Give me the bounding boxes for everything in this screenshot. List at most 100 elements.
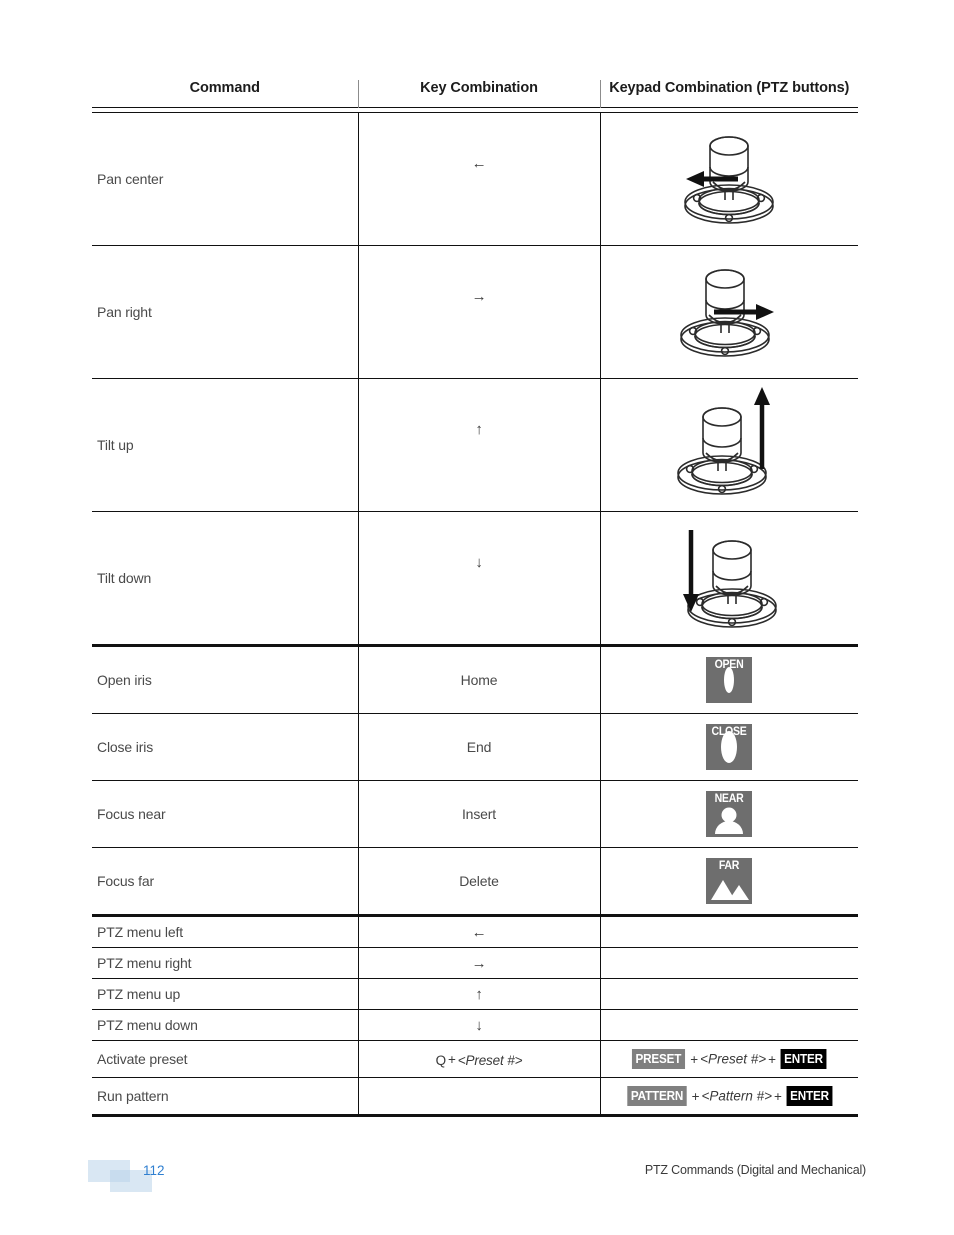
cell-key-combination: ↑ [357,378,600,512]
cell-key-combination: Insert [357,780,600,848]
table-row: Pan center ← [92,112,858,246]
footer-chapter-title: PTZ Commands (Digital and Mechanical) [644,1163,866,1177]
cell-command: Focus far [92,847,358,917]
ptz-commands-table: Command Key Combination Keypad Combinati… [92,80,858,1117]
cell-command: Pan right [92,245,358,379]
cell-keypad-combination [599,978,858,1010]
column-header-key-combination: Key Combination [357,80,600,108]
cell-key-combination: Delete [357,847,600,917]
cell-key-combination: ← [357,112,600,246]
enter-badge: ENTER [780,1049,827,1069]
cell-keypad-combination: CLOSE [599,713,858,781]
cell-command: PTZ menu right [92,947,358,979]
pattern-badge: PATTERN [626,1086,687,1106]
cell-command: Open iris [92,645,358,714]
table-row: Focus near Insert NEAR [92,780,858,848]
table-header-row: Command Key Combination Keypad Combinati… [92,80,858,108]
table-row: PTZ menu up ↑ [92,978,858,1010]
cell-key-combination: Home [357,645,600,714]
cell-key-combination: ↓ [357,511,600,647]
cell-command: PTZ menu left [92,915,358,948]
cell-key-combination [357,1077,600,1117]
table-row: Open iris Home OPEN [92,645,858,714]
table-row: Run pattern PATTERN + <Pattern #> + ENTER [92,1077,858,1117]
up-arrow-icon: ↑ [475,986,483,1003]
cell-key-combination: → [357,947,600,979]
cell-command: Tilt up [92,378,358,512]
cell-key-combination: Q + <Preset #> [357,1040,600,1078]
plus-symbol: + [768,1051,777,1067]
left-arrow-icon: ← [471,924,487,941]
cell-command: Close iris [92,713,358,781]
page-footer: 112 PTZ Commands (Digital and Mechanical… [0,1158,954,1198]
table-row: Pan right → [92,245,858,379]
down-arrow-icon: ↓ [475,1017,483,1034]
enter-badge: ENTER [786,1086,833,1106]
cell-command: Focus near [92,780,358,848]
cell-keypad-combination [599,511,858,647]
close-iris-donut-icon [706,731,752,767]
mountains-icon [706,873,752,901]
table-body: Pan center ← Pan right → Tilt up ↑ Tilt … [92,112,858,1117]
cell-keypad-combination: PATTERN + <Pattern #> + ENTER [599,1077,858,1117]
plus-symbol: + [448,1052,456,1068]
plus-symbol: + [774,1088,782,1104]
cell-keypad-combination [599,378,858,512]
cell-keypad-combination: PRESET + <Preset #> + ENTER [599,1040,858,1078]
cell-command: PTZ menu up [92,978,358,1010]
table-row: Tilt down ↓ [92,511,858,647]
cell-command: Pan center [92,112,358,246]
table-row: Tilt up ↑ [92,378,858,512]
joystick-pan-left-illustration [684,136,775,224]
preset-badge: PRESET [632,1049,686,1069]
page-number: 112 [143,1163,165,1178]
right-arrow-icon: → [471,288,487,305]
table-row: Focus far Delete FAR [92,847,858,917]
cell-keypad-combination [599,112,858,246]
keypad-button-open: OPEN [706,657,753,703]
table-row: PTZ menu down ↓ [92,1009,858,1041]
plus-symbol: + [691,1088,700,1104]
preset-number-placeholder: <Preset #> [700,1051,767,1067]
keypad-button-near: NEAR [706,791,753,837]
key-letter: Q [435,1052,447,1068]
down-arrow-icon: ↓ [475,554,483,571]
cell-keypad-combination [599,915,858,948]
table-header: Command Key Combination Keypad Combinati… [92,80,858,113]
cell-keypad-combination: FAR [599,847,858,917]
table-row: PTZ menu left ← [92,915,858,948]
keypad-button-far: FAR [706,858,753,904]
joystick-pan-right-illustration [680,269,775,357]
column-header-command: Command [189,80,260,96]
cell-keypad-combination: OPEN [599,645,858,714]
keypad-button-label: FAR [719,858,740,872]
cell-keypad-combination: NEAR [599,780,858,848]
document-page: Command Key Combination Keypad Combinati… [0,0,954,1235]
column-header-keypad-combination: Keypad Combination (PTZ buttons) [599,80,858,108]
up-arrow-icon: ↑ [475,421,483,438]
plus-symbol: + [690,1051,699,1067]
cell-key-combination: End [357,713,600,781]
cell-key-combination: ↑ [357,978,600,1010]
right-arrow-icon: → [471,955,487,972]
table-row: PTZ menu right → [92,947,858,979]
left-arrow-icon: ← [471,155,487,172]
table-row: Activate preset Q + <Preset #> PRESET + <Pre… [92,1040,858,1078]
keypad-button-close: CLOSE [706,724,753,770]
cell-key-combination: ← [357,915,600,948]
cell-keypad-combination [599,947,858,979]
pattern-number-placeholder: <Pattern #> [701,1088,773,1104]
joystick-tilt-up-illustration [677,387,771,495]
arrow-up [754,387,771,469]
cell-command: Activate preset [92,1040,358,1078]
open-iris-ring-icon [706,667,752,700]
cell-key-combination: → [357,245,600,379]
cell-keypad-combination [599,1009,858,1041]
cell-keypad-combination [599,245,858,379]
cell-command: Run pattern [92,1077,358,1117]
cell-command: PTZ menu down [92,1009,358,1041]
cell-key-combination: ↓ [357,1009,600,1041]
person-silhouette-icon [706,806,752,834]
table-row: Close iris End CLOSE [92,713,858,781]
key-placeholder: <Preset #> [457,1052,523,1068]
